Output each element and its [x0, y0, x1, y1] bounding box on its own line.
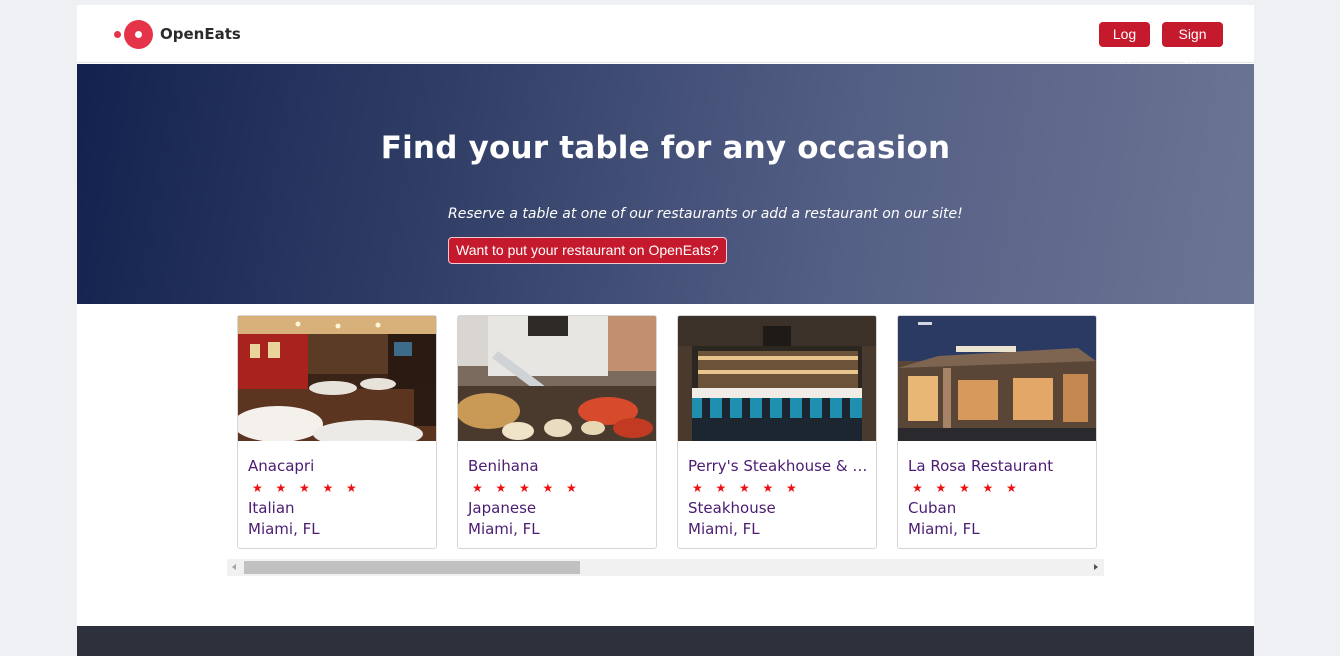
hero-banner: Find your table for any occasion Reserve… — [77, 64, 1254, 304]
star-icon: ★ — [275, 481, 287, 495]
openeats-logo-icon — [113, 19, 155, 49]
scrollbar-thumb[interactable] — [244, 561, 580, 574]
star-icon: ★ — [1006, 481, 1017, 495]
scroll-right-arrow-icon[interactable] — [1094, 564, 1098, 570]
restaurant-name[interactable]: Benihana — [468, 457, 650, 475]
restaurant-exterior-photo[interactable] — [898, 316, 1096, 441]
star-icon: ★ — [692, 481, 703, 495]
star-icon: ★ — [786, 481, 797, 495]
page: OpenEats Log In Sign Up Find your table … — [77, 5, 1254, 656]
restaurant-location: Miami, FL — [468, 520, 540, 538]
restaurant-location: Miami, FL — [688, 520, 760, 538]
star-icon: ★ — [959, 481, 970, 495]
restaurant-location: Miami, FL — [908, 520, 980, 538]
footer — [77, 626, 1254, 656]
star-icon: ★ — [542, 481, 554, 495]
restaurant-carousel: Anacapri ★ ★ ★ ★ ★ Italian Miami, FL Ben… — [237, 315, 1107, 550]
star-icon: ★ — [322, 481, 334, 495]
restaurant-card[interactable]: Perry's Steakhouse & G... ★ ★ ★ ★ ★ Stea… — [677, 315, 877, 549]
add-restaurant-button[interactable]: Want to put your restaurant on OpenEats? — [448, 237, 727, 264]
restaurant-location: Miami, FL — [248, 520, 320, 538]
restaurant-cuisine: Steakhouse — [688, 499, 776, 517]
rating-stars: ★ ★ ★ ★ ★ — [472, 481, 590, 495]
rating-stars: ★ ★ ★ ★ ★ — [912, 481, 1030, 495]
restaurant-card[interactable]: La Rosa Restaurant ★ ★ ★ ★ ★ Cuban Miami… — [897, 315, 1097, 549]
brand-name: OpenEats — [160, 25, 241, 43]
bar-interior-photo[interactable] — [678, 316, 876, 441]
teppanyaki-grill-photo[interactable] — [458, 316, 656, 441]
restaurant-cuisine: Cuban — [908, 499, 957, 517]
star-icon: ★ — [935, 481, 947, 495]
star-icon: ★ — [739, 481, 750, 495]
login-button[interactable]: Log In — [1099, 22, 1150, 67]
star-icon: ★ — [299, 481, 310, 495]
horizontal-scrollbar[interactable] — [227, 559, 1104, 576]
star-icon: ★ — [495, 481, 507, 495]
restaurant-cuisine: Italian — [248, 499, 295, 517]
scroll-left-arrow-icon[interactable] — [232, 564, 236, 570]
restaurant-card[interactable]: Anacapri ★ ★ ★ ★ ★ Italian Miami, FL — [237, 315, 437, 549]
signup-button[interactable]: Sign Up — [1162, 22, 1223, 67]
dining-room-photo[interactable] — [238, 316, 436, 441]
star-icon: ★ — [715, 481, 727, 495]
star-icon: ★ — [472, 481, 483, 495]
star-icon: ★ — [566, 481, 577, 495]
star-icon: ★ — [519, 481, 530, 495]
navbar: OpenEats Log In Sign Up — [77, 5, 1254, 67]
hero-title: Find your table for any occasion — [380, 130, 951, 166]
star-icon: ★ — [762, 481, 774, 495]
rating-stars: ★ ★ ★ ★ ★ — [252, 481, 370, 495]
star-icon: ★ — [252, 481, 263, 495]
rating-stars: ★ ★ ★ ★ ★ — [692, 481, 810, 495]
restaurant-name[interactable]: Anacapri — [248, 457, 430, 475]
hero-subtitle: Reserve a table at one of our restaurant… — [448, 206, 963, 222]
restaurant-name[interactable]: La Rosa Restaurant — [908, 457, 1090, 475]
star-icon: ★ — [346, 481, 357, 495]
restaurant-name[interactable]: Perry's Steakhouse & G... — [688, 457, 870, 475]
restaurant-card[interactable]: Benihana ★ ★ ★ ★ ★ Japanese Miami, FL — [457, 315, 657, 549]
restaurant-cuisine: Japanese — [468, 499, 537, 517]
star-icon: ★ — [912, 481, 923, 495]
brand-link[interactable]: OpenEats — [113, 19, 241, 49]
star-icon: ★ — [982, 481, 994, 495]
